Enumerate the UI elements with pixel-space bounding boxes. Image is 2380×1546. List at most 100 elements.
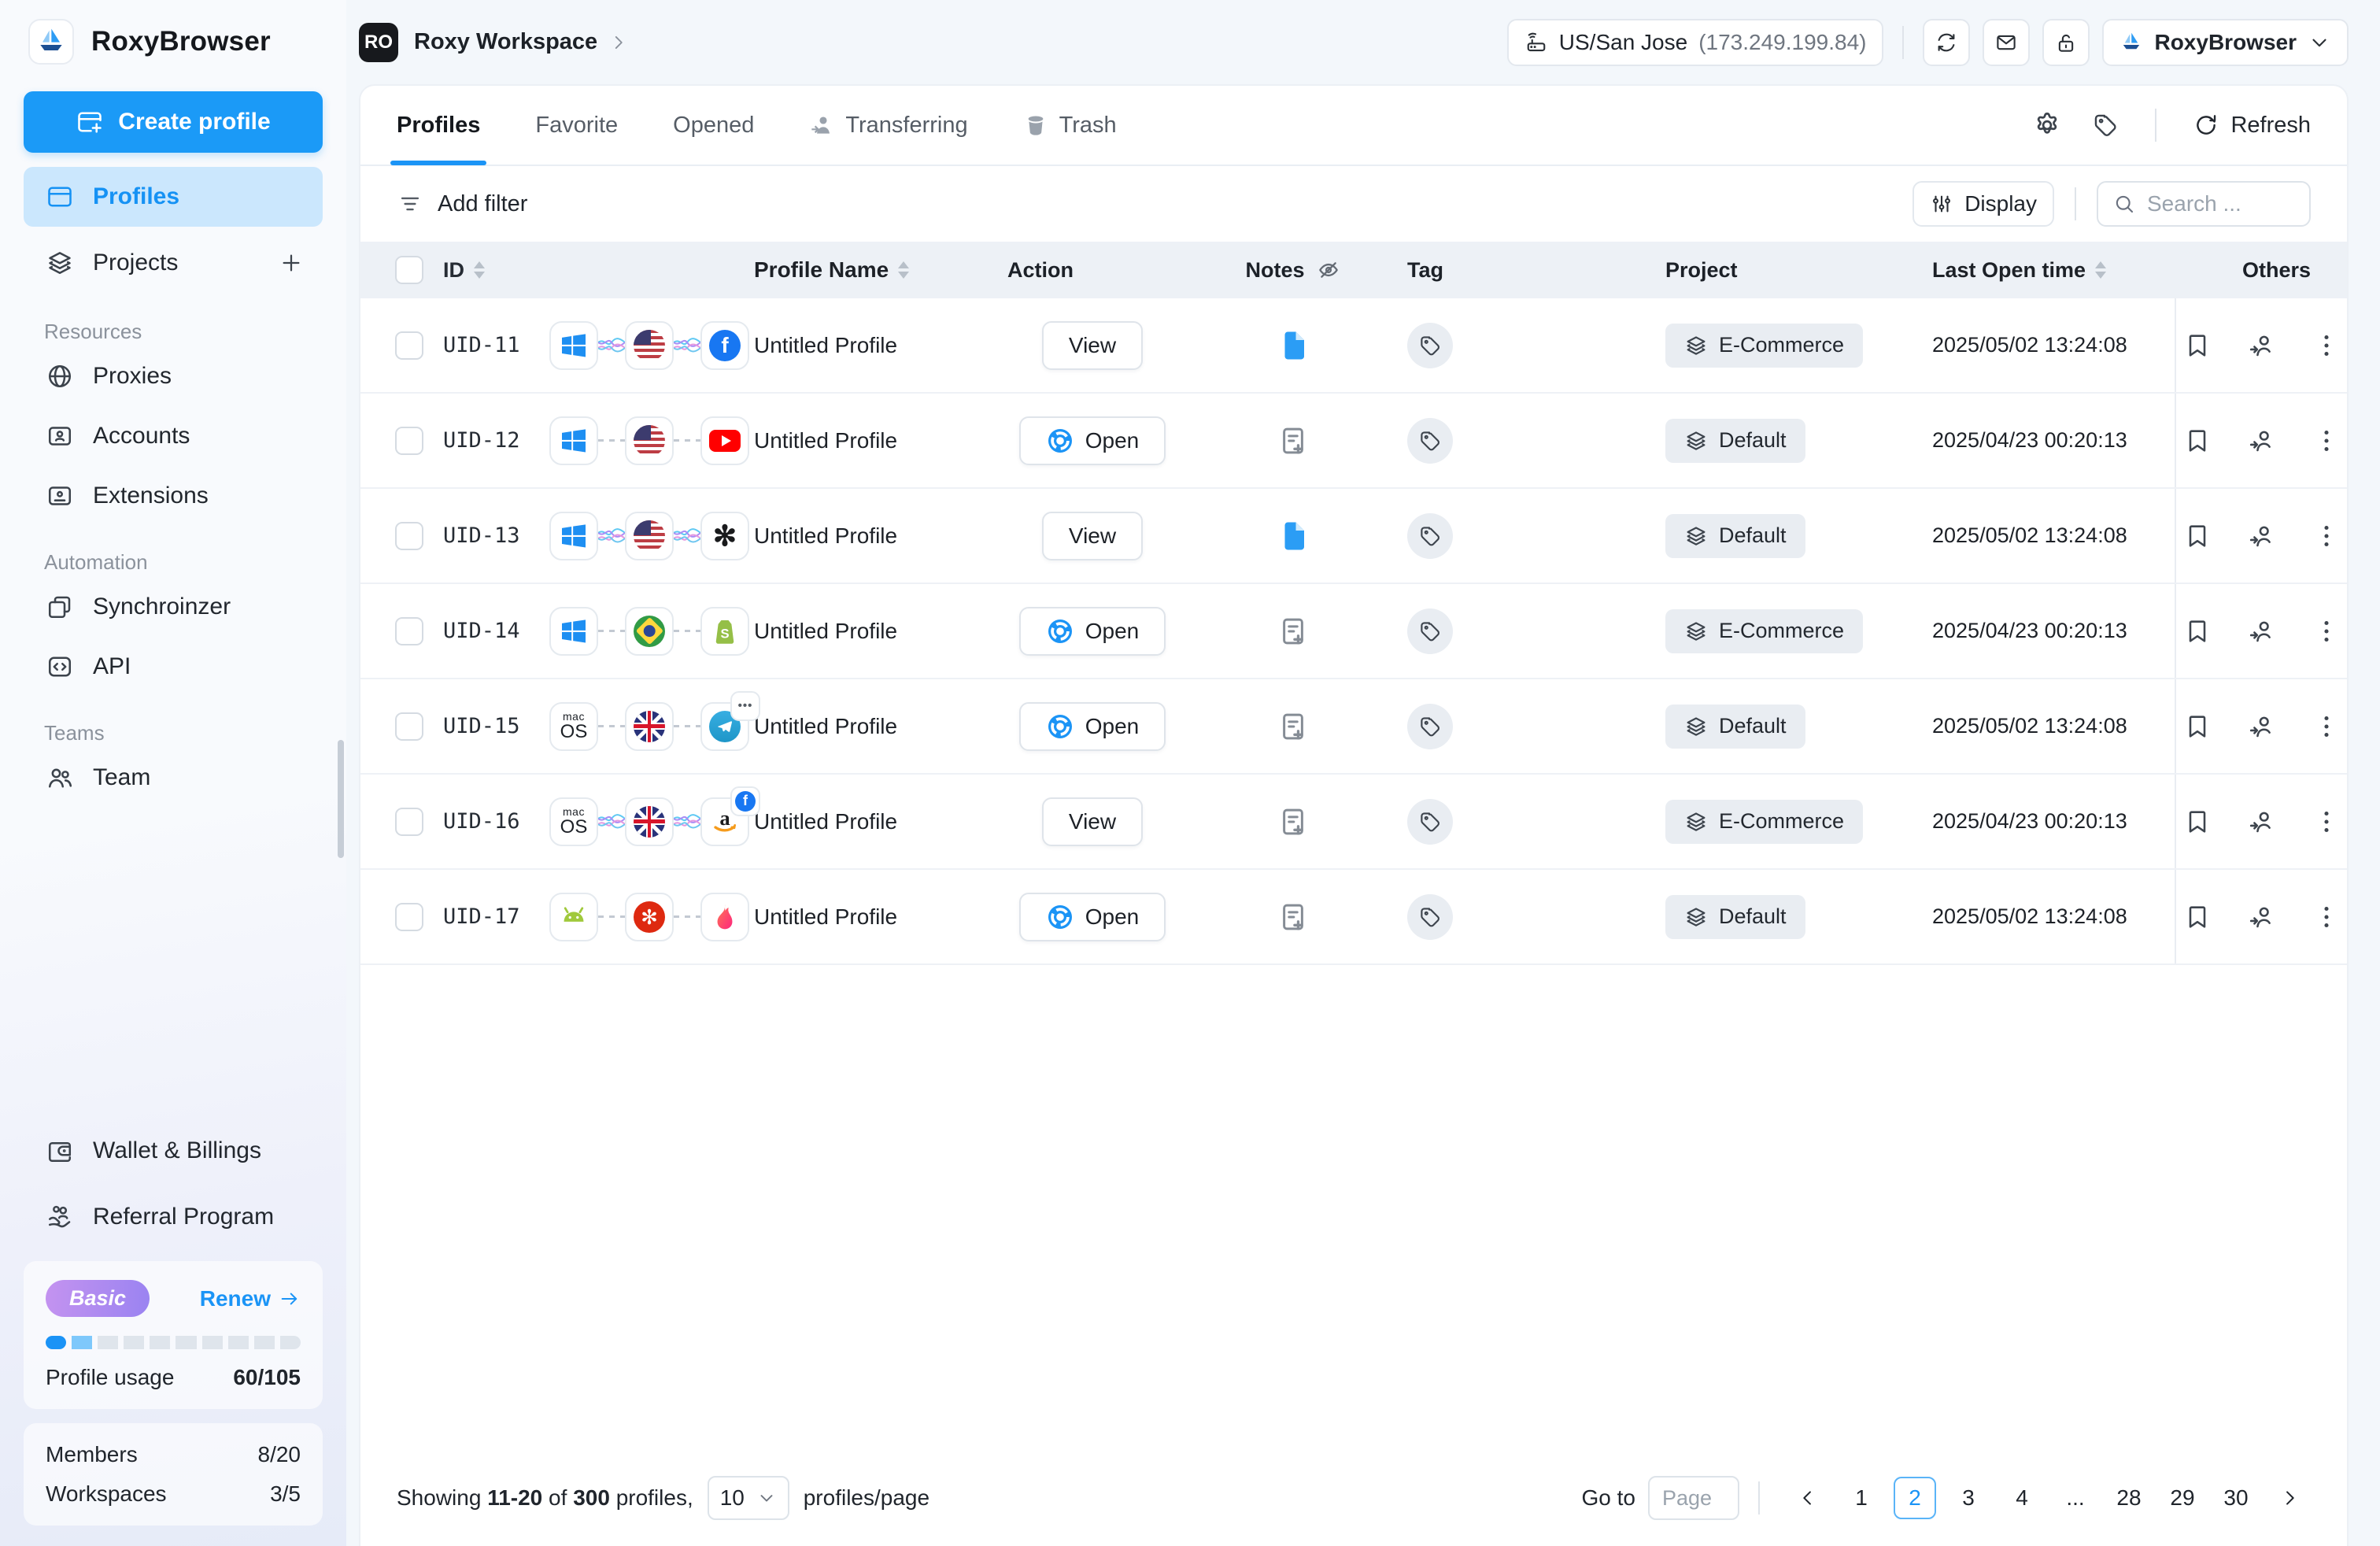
display-button[interactable]: Display — [1913, 181, 2054, 227]
add-project-button[interactable] — [279, 250, 304, 276]
add-note-icon[interactable] — [1277, 901, 1310, 934]
sidebar-item-projects[interactable]: Projects — [24, 233, 323, 293]
page-button-29[interactable]: 29 — [2161, 1477, 2204, 1519]
row-checkbox[interactable] — [395, 522, 423, 550]
add-note-icon[interactable] — [1277, 424, 1310, 457]
open-button[interactable]: Open — [1019, 702, 1166, 751]
sidebar-scrollbar[interactable] — [338, 740, 344, 858]
sidebar-item-accounts[interactable]: Accounts — [24, 409, 323, 464]
sidebar-item-profiles[interactable]: Profiles — [24, 167, 323, 227]
share-user-icon[interactable] — [2248, 331, 2276, 360]
sync-button[interactable] — [1923, 19, 1970, 66]
account-menu-button[interactable]: RoxyBrowser — [2102, 19, 2349, 66]
kebab-menu-icon[interactable] — [2312, 427, 2341, 455]
note-icon[interactable] — [1277, 329, 1310, 362]
col-profile-name[interactable]: Profile Name — [754, 257, 889, 283]
page-button-2[interactable]: 2 — [1894, 1477, 1936, 1519]
create-profile-button[interactable]: Create profile — [24, 91, 323, 153]
kebab-menu-icon[interactable] — [2312, 331, 2341, 360]
view-button[interactable]: View — [1042, 321, 1143, 370]
add-tag-button[interactable] — [1407, 323, 1453, 368]
project-chip[interactable]: Default — [1665, 895, 1805, 939]
add-note-icon[interactable] — [1277, 805, 1310, 838]
kebab-menu-icon[interactable] — [2312, 712, 2341, 741]
kebab-menu-icon[interactable] — [2312, 522, 2341, 550]
tab-trash[interactable]: Trash — [1023, 86, 1117, 165]
sidebar-item-api[interactable]: API — [24, 639, 323, 694]
row-checkbox[interactable] — [395, 903, 423, 931]
proxy-status-button[interactable]: US/San Jose (173.249.199.84) — [1507, 19, 1884, 66]
add-tag-button[interactable] — [1407, 799, 1453, 845]
row-checkbox[interactable] — [395, 808, 423, 836]
bookmark-icon[interactable] — [2183, 522, 2212, 550]
renew-link[interactable]: Renew — [200, 1286, 301, 1311]
refresh-button[interactable]: Refresh — [2193, 112, 2311, 139]
share-user-icon[interactable] — [2248, 617, 2276, 645]
kebab-menu-icon[interactable] — [2312, 808, 2341, 836]
tag-icon[interactable] — [2092, 112, 2119, 139]
add-filter-button[interactable]: Add filter — [397, 190, 527, 217]
add-tag-button[interactable] — [1407, 608, 1453, 654]
open-button[interactable]: Open — [1019, 416, 1166, 465]
open-button[interactable]: Open — [1019, 893, 1166, 941]
kebab-menu-icon[interactable] — [2312, 617, 2341, 645]
goto-page-input[interactable] — [1648, 1476, 1739, 1520]
kebab-menu-icon[interactable] — [2312, 903, 2341, 931]
page-button-3[interactable]: 3 — [1947, 1477, 1990, 1519]
search-input[interactable] — [2147, 191, 2295, 216]
project-chip[interactable]: Default — [1665, 514, 1805, 558]
select-all-checkbox[interactable] — [395, 256, 423, 284]
sidebar-item-extensions[interactable]: Extensions — [24, 468, 323, 523]
page-button-28[interactable]: 28 — [2108, 1477, 2150, 1519]
lock-button[interactable] — [2042, 19, 2090, 66]
tab-profiles[interactable]: Profiles — [397, 86, 480, 165]
page-button-4[interactable]: 4 — [2001, 1477, 2043, 1519]
bookmark-icon[interactable] — [2183, 617, 2212, 645]
row-checkbox[interactable] — [395, 331, 423, 360]
eye-off-icon[interactable] — [1316, 257, 1341, 283]
tab-favorite[interactable]: Favorite — [535, 86, 618, 165]
inbox-button[interactable] — [1983, 19, 2030, 66]
page-size-select[interactable]: 10 — [708, 1476, 789, 1520]
view-button[interactable]: View — [1042, 797, 1143, 846]
prev-page-button[interactable] — [1787, 1477, 1829, 1519]
page-button-30[interactable]: 30 — [2215, 1477, 2257, 1519]
page-button-1[interactable]: 1 — [1840, 1477, 1883, 1519]
project-chip[interactable]: E-Commerce — [1665, 800, 1863, 844]
sidebar-item-team[interactable]: Team — [24, 750, 323, 805]
share-user-icon[interactable] — [2248, 808, 2276, 836]
project-chip[interactable]: Default — [1665, 419, 1805, 463]
note-icon[interactable] — [1277, 520, 1310, 553]
tab-transferring[interactable]: Transferring — [809, 86, 967, 165]
share-user-icon[interactable] — [2248, 427, 2276, 455]
add-note-icon[interactable] — [1277, 710, 1310, 743]
gear-icon[interactable] — [2032, 110, 2062, 140]
next-page-button[interactable] — [2268, 1477, 2311, 1519]
share-user-icon[interactable] — [2248, 712, 2276, 741]
add-tag-button[interactable] — [1407, 418, 1453, 464]
project-chip[interactable]: Default — [1665, 705, 1805, 749]
view-button[interactable]: View — [1042, 512, 1143, 560]
workspace-badge[interactable]: RO — [359, 23, 398, 62]
bookmark-icon[interactable] — [2183, 331, 2212, 360]
col-last-open[interactable]: Last Open time — [1932, 258, 2086, 283]
bookmark-icon[interactable] — [2183, 427, 2212, 455]
project-chip[interactable]: E-Commerce — [1665, 324, 1863, 368]
bookmark-icon[interactable] — [2183, 808, 2212, 836]
tab-opened[interactable]: Opened — [673, 86, 754, 165]
share-user-icon[interactable] — [2248, 903, 2276, 931]
add-tag-button[interactable] — [1407, 513, 1453, 559]
sort-icon[interactable] — [474, 261, 485, 279]
bookmark-icon[interactable] — [2183, 903, 2212, 931]
sidebar-item-referral-program[interactable]: Referral Program — [24, 1187, 323, 1247]
col-id[interactable]: ID — [443, 258, 464, 283]
row-checkbox[interactable] — [395, 617, 423, 645]
sort-icon[interactable] — [2095, 261, 2106, 279]
project-chip[interactable]: E-Commerce — [1665, 609, 1863, 653]
share-user-icon[interactable] — [2248, 522, 2276, 550]
add-tag-button[interactable] — [1407, 894, 1453, 940]
sidebar-item-wallet-billings[interactable]: Wallet & Billings — [24, 1121, 323, 1181]
add-tag-button[interactable] — [1407, 704, 1453, 749]
bookmark-icon[interactable] — [2183, 712, 2212, 741]
sort-icon[interactable] — [898, 261, 909, 279]
